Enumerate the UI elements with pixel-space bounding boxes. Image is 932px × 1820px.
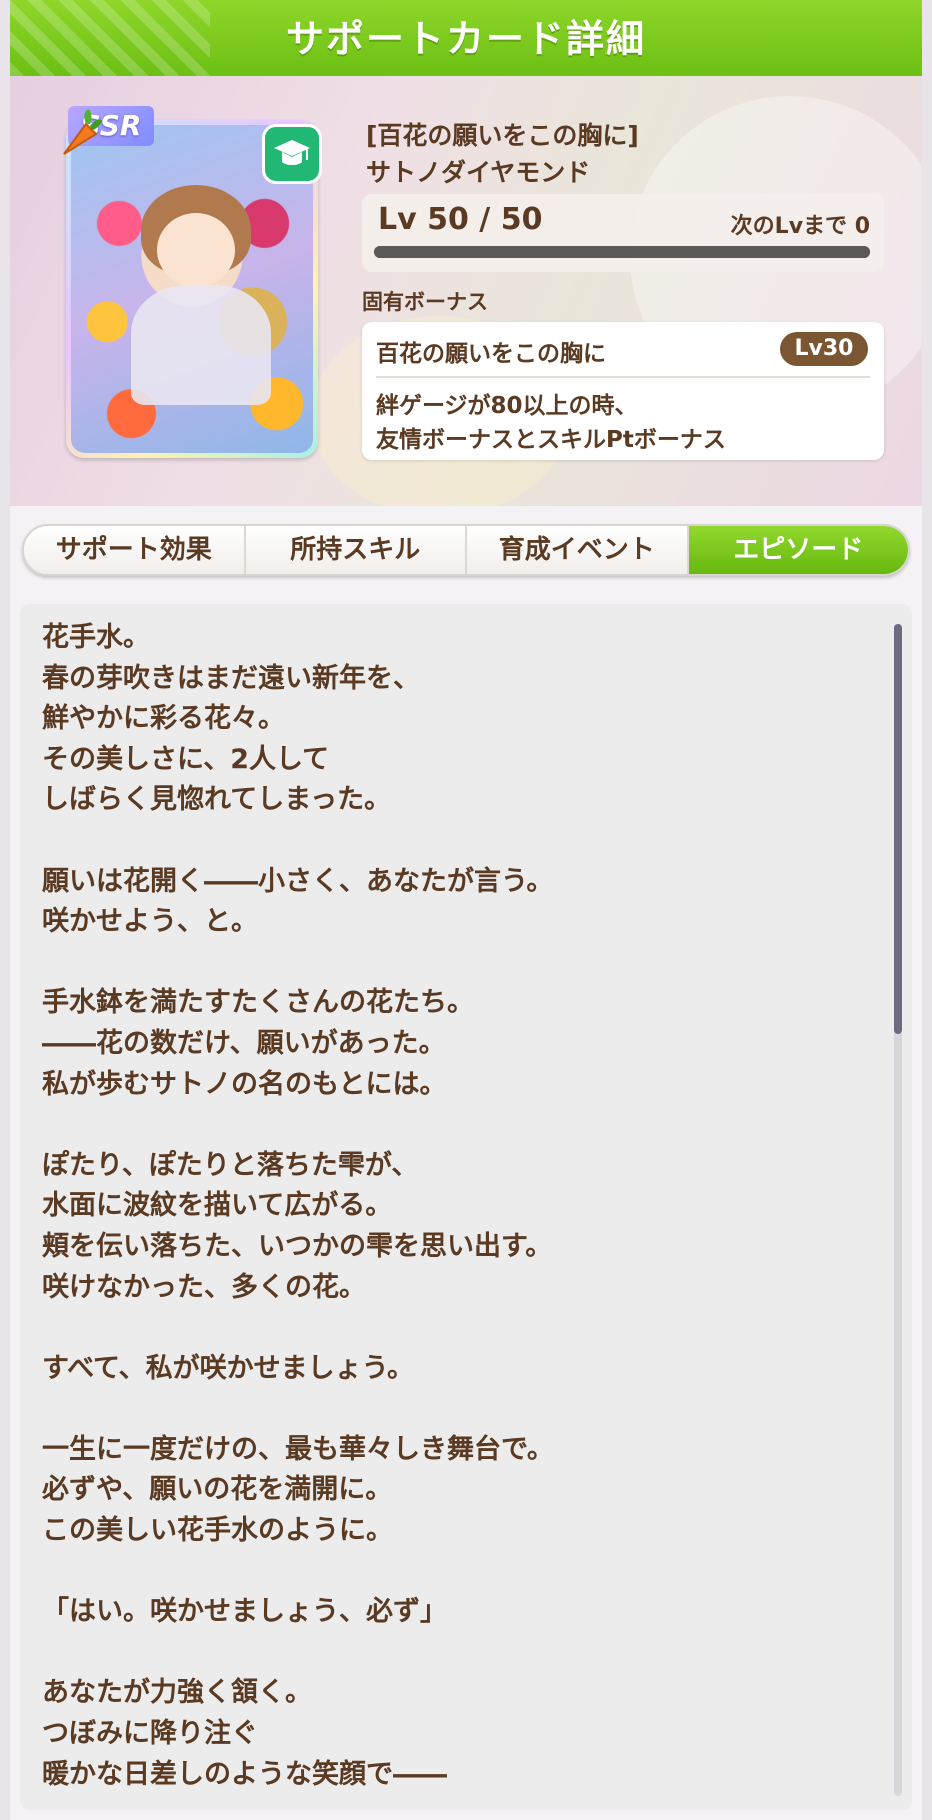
next-level-text: 次のLvまで 0 xyxy=(730,214,870,239)
level-progress-bar xyxy=(374,246,870,258)
episode-line xyxy=(42,1308,882,1349)
unique-bonus-desc-line-2: 友情ボーナスとスキルPtボーナス xyxy=(376,427,726,453)
episode-line: 「はい。咲かせましょう、必ず」 xyxy=(42,1596,447,1628)
episode-line xyxy=(42,1105,882,1146)
carrot-icon xyxy=(63,109,102,155)
level-progress-fill xyxy=(374,246,870,258)
episode-line: あなたが力強く頷く。 xyxy=(42,1677,312,1709)
episode-line xyxy=(42,1633,882,1674)
episode-line: 春の芽吹きはまだ遠い新年を、 xyxy=(42,662,420,694)
tab-owned-skills[interactable]: 所持スキル xyxy=(245,526,467,574)
unique-bonus-label: 固有ボーナス xyxy=(362,290,488,314)
episode-line: しばらく見惚れてしまった。 xyxy=(42,784,392,816)
scrollbar[interactable] xyxy=(894,624,902,1796)
graduation-cap-icon xyxy=(274,140,310,165)
episode-line: 頬を伝い落ちた、いつかの雫を思い出す。 xyxy=(42,1230,553,1262)
episode-line: 必ずや、願いの花を満開に。 xyxy=(42,1474,393,1506)
episode-line: すべて、私が咲かせましょう。 xyxy=(42,1352,415,1384)
episode-line: 鮮やかに彩る花々。 xyxy=(42,703,285,735)
level-text: Lv 50 / 50 xyxy=(378,202,543,237)
episode-line: 手水鉢を満たすたくさんの花たち。 xyxy=(42,987,474,1019)
episode-line: 水面に波紋を描いて広がる。 xyxy=(42,1190,393,1222)
type-badge xyxy=(262,124,322,184)
episode-line: 暖かな日差しのような笑顔で―― xyxy=(42,1758,447,1790)
episode-line xyxy=(42,821,882,862)
page-title: サポートカード詳細 xyxy=(285,17,646,61)
unique-bonus-name: 百花の願いをこの胸に xyxy=(376,341,606,367)
episode-line: 私が歩むサトノの名のもとには。 xyxy=(42,1068,447,1100)
episode-line: この美しい花手水のように。 xyxy=(42,1515,393,1547)
episode-line: その美しさに、2人して xyxy=(42,743,330,775)
episode-line: 願いは花開く――小さく、あなたが言う。 xyxy=(42,865,554,897)
card-subtitle: [百花の願いをこの胸に] xyxy=(366,121,639,150)
episode-line xyxy=(42,1389,882,1430)
unique-bonus-desc-line-1: 絆ゲージが80以上の時、 xyxy=(376,393,638,419)
episode-text: 花手水。春の芽吹きはまだ遠い新年を、 鮮やかに彩る花々。その美しさに、2人してしば… xyxy=(42,618,882,1795)
scrollbar-thumb[interactable] xyxy=(894,624,902,1034)
divider xyxy=(376,376,870,378)
detail-tabs: サポート効果 所持スキル 育成イベント エピソード xyxy=(22,524,910,576)
unique-bonus-level-badge: Lv30 xyxy=(780,332,868,366)
episode-line: つぼみに降り注ぐ xyxy=(42,1718,258,1750)
card-info-area: SSR [百花の願いをこの胸に] サトノダイヤモンド Lv 50 / 50 次の… xyxy=(10,76,922,506)
header-bar: サポートカード詳細 xyxy=(10,0,922,76)
episode-line: ぽたり、ぽたりと落ちた雫が、 xyxy=(42,1149,419,1181)
episode-line xyxy=(42,943,882,984)
character-name: サトノダイヤモンド xyxy=(366,158,591,187)
support-card-detail-screen: サポートカード詳細 SSR [百花の願いをこの胸に] サトノダイヤモンド Lv … xyxy=(10,0,922,1820)
episode-line xyxy=(42,1552,882,1593)
episode-line: 一生に一度だけの、最も華々しき舞台で。 xyxy=(42,1433,554,1465)
tab-episode[interactable]: エピソード xyxy=(688,526,908,574)
unique-bonus-panel: 百花の願いをこの胸に Lv30 絆ゲージが80以上の時、 友情ボーナスとスキルP… xyxy=(362,322,884,460)
level-panel: Lv 50 / 50 次のLvまで 0 xyxy=(362,194,884,272)
episode-line: 花手水。 xyxy=(42,622,150,653)
tab-support-effect[interactable]: サポート効果 xyxy=(24,526,246,574)
episode-line: 咲かせよう、と。 xyxy=(42,906,258,938)
episode-line: 咲けなかった、多くの花。 xyxy=(42,1271,366,1303)
episode-line: ――花の数だけ、願いがあった。 xyxy=(42,1027,446,1059)
tab-training-events[interactable]: 育成イベント xyxy=(467,526,689,574)
